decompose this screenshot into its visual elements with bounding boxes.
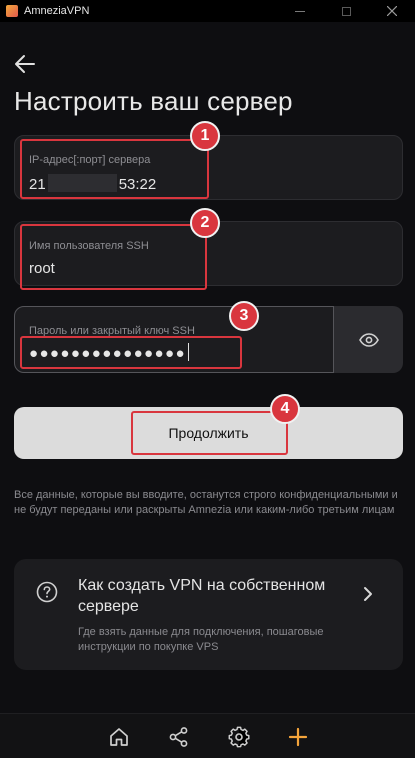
- page-title: Настроить ваш сервер: [14, 86, 293, 116]
- back-button[interactable]: [14, 54, 36, 74]
- nav-share-button[interactable]: [168, 726, 190, 748]
- help-subtitle: Где взять данные для подключения, пошаго…: [78, 626, 324, 653]
- maximize-button[interactable]: [323, 0, 369, 22]
- show-password-button[interactable]: [334, 306, 403, 373]
- callout-highlight-password: [20, 336, 242, 369]
- app-logo-icon: [6, 5, 18, 17]
- nav-settings-button[interactable]: [228, 726, 250, 748]
- bottom-nav: [0, 713, 415, 758]
- callout-highlight-ssh-user: [20, 224, 207, 290]
- minimize-icon: [295, 10, 305, 12]
- nav-home-button[interactable]: [108, 726, 130, 748]
- chevron-right-icon: [364, 587, 372, 601]
- gear-icon: [228, 726, 250, 748]
- share-icon: [169, 727, 188, 747]
- eye-icon: [358, 332, 379, 347]
- privacy-note: Все данные, которые вы вводите, останутс…: [14, 489, 398, 516]
- window-controls: [277, 0, 415, 22]
- callout-badge-3: 3: [229, 301, 259, 331]
- close-icon: [387, 6, 397, 16]
- callout-badge-1: 1: [190, 121, 220, 151]
- callout-highlight-ip: [20, 139, 209, 199]
- minimize-button[interactable]: [277, 0, 323, 22]
- callout-badge-2: 2: [190, 208, 220, 238]
- maximize-icon: [341, 6, 351, 16]
- callout-badge-4: 4: [270, 394, 300, 424]
- help-card[interactable]: Как создать VPN на собственном сервере Г…: [14, 559, 403, 670]
- window-titlebar: AmneziaVPN: [0, 0, 415, 22]
- home-icon: [110, 728, 128, 746]
- nav-add-button[interactable]: [287, 726, 309, 748]
- arrow-left-icon: [15, 55, 35, 73]
- callout-highlight-continue: [131, 411, 288, 455]
- window-title: AmneziaVPN: [24, 5, 90, 17]
- help-circle-icon: [36, 581, 58, 603]
- plus-icon: [288, 727, 308, 747]
- close-button[interactable]: [369, 0, 415, 22]
- help-title: Как создать VPN на собственном сервере: [78, 577, 326, 615]
